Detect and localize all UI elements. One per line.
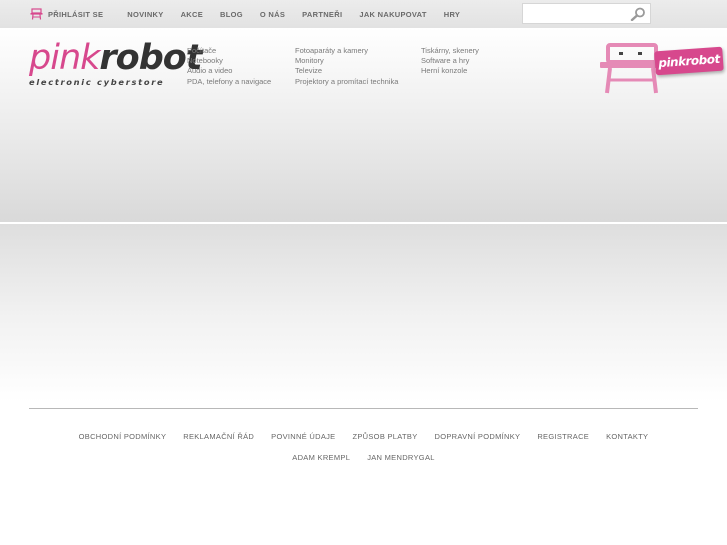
main-content [0,224,727,402]
site-logo[interactable]: pinkrobot electronic cyberstore [29,38,203,88]
category-link[interactable]: Počítače [187,46,271,56]
category-link[interactable]: Software a hry [421,56,479,66]
logo-tagline: electronic cyberstore [29,77,165,87]
search-box [522,3,651,24]
category-link[interactable]: Audio a video [187,66,271,76]
footer-link-dopravni-podminky[interactable]: DOPRAVNÍ PODMÍNKY [435,432,521,441]
login-link[interactable]: PŘIHLÁSIT SE [30,8,103,20]
category-link[interactable]: Tiskárny, skenery [421,46,479,56]
footer-link-reklamacni-rad[interactable]: REKLAMAČNÍ ŘÁD [183,432,254,441]
top-bar: PŘIHLÁSIT SE NOVINKY AKCE BLOG O NÁS PAR… [0,0,727,28]
nav-partneri[interactable]: PARTNEŘI [302,10,342,19]
category-link[interactable]: Notebooky [187,56,271,66]
footer-link-obchodni-podminky[interactable]: OBCHODNÍ PODMÍNKY [79,432,167,441]
footer-link-zpusob-platby[interactable]: ZPŮSOB PLATBY [352,432,417,441]
author-link[interactable]: JAN MENDRYGAL [367,453,435,462]
nav-jak-nakupovat[interactable]: JAK NAKUPOVAT [359,10,426,19]
footer-links: OBCHODNÍ PODMÍNKY REKLAMAČNÍ ŘÁD POVINNÉ… [0,432,727,441]
login-label: PŘIHLÁSIT SE [48,9,104,19]
footer-authors: ADAM KREMPL JAN MENDRYGAL [0,453,727,462]
logo-wordmark: pinkrobot [29,38,203,78]
category-link[interactable]: Fotoaparáty a kamery [295,46,398,56]
category-link[interactable]: Televize [295,66,398,76]
footer-link-kontakty[interactable]: KONTAKTY [606,432,648,441]
header-banner: pinkrobot electronic cyberstore Počítače… [0,28,727,222]
robot-icon [30,8,43,20]
category-column-1: Počítače Notebooky Audio a video PDA, te… [187,46,271,87]
category-column-2: Fotoaparáty a kamery Monitory Televize P… [295,46,398,87]
category-link[interactable]: Projektory a promítací technika [295,77,398,87]
search-input[interactable] [523,5,623,24]
footer-link-povinne-udaje[interactable]: POVINNÉ ÚDAJE [271,432,335,441]
nav-akce[interactable]: AKCE [181,10,203,19]
category-link[interactable]: Monitory [295,56,398,66]
nav-hry[interactable]: HRY [444,10,460,19]
nav-blog[interactable]: BLOG [220,10,243,19]
brand-badge[interactable]: pinkrobot [654,46,724,76]
category-column-3: Tiskárny, skenery Software a hry Herní k… [421,46,479,77]
top-navigation: PŘIHLÁSIT SE NOVINKY AKCE BLOG O NÁS PAR… [30,0,477,28]
footer-link-registrace[interactable]: REGISTRACE [537,432,589,441]
category-link[interactable]: PDA, telefony a navigace [187,77,271,87]
footer-divider [29,408,698,409]
magnifier-icon[interactable] [630,7,646,21]
nav-novinky[interactable]: NOVINKY [127,10,163,19]
nav-o-nas[interactable]: O NÁS [260,10,285,19]
author-link[interactable]: ADAM KREMPL [292,453,350,462]
category-link[interactable]: Herní konzole [421,66,479,76]
